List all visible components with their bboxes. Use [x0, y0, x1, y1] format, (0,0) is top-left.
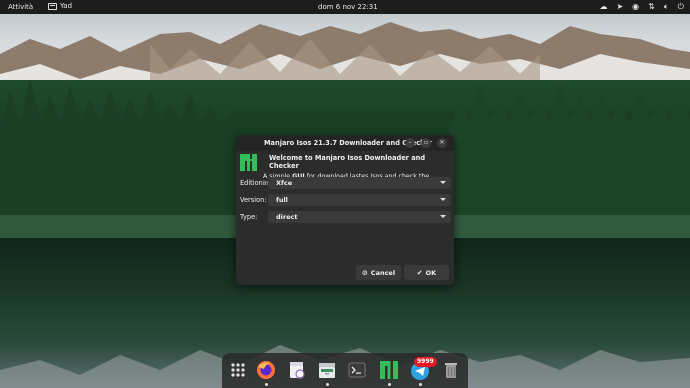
running-indicator	[326, 383, 329, 386]
chevron-down-icon	[440, 215, 446, 218]
yad-app-icon	[48, 2, 57, 10]
activities-button[interactable]: Attività	[8, 3, 33, 11]
type-label: Type:	[240, 213, 258, 221]
manjaro-logo-icon	[240, 154, 257, 171]
edition-select[interactable]: Xfce	[268, 177, 451, 189]
version-row: Version: full	[240, 194, 451, 206]
running-indicator	[265, 383, 268, 386]
power-icon[interactable]: ⏻	[678, 2, 684, 11]
clock[interactable]: dom 6 nov 22:31	[318, 3, 378, 11]
files-icon[interactable]	[316, 359, 338, 381]
ok-button[interactable]: ✔ OK	[404, 265, 449, 280]
edition-value: Xfce	[276, 179, 293, 187]
running-indicator	[419, 383, 422, 386]
system-tray[interactable]: ☁ ➤ ◉ ⇅ 🔈︎ ⏻	[599, 2, 684, 11]
dialog-heading: Welcome to Manjaro Isos Downloader and C…	[269, 154, 426, 170]
app-menu[interactable]: Yad	[48, 2, 72, 10]
chevron-down-icon	[440, 198, 446, 201]
chevron-down-icon	[440, 181, 446, 184]
ok-label: OK	[425, 268, 437, 277]
edition-row: Edition: Xfce	[240, 177, 451, 189]
firefox-icon[interactable]	[255, 359, 277, 381]
close-button[interactable]: ✕	[437, 138, 447, 148]
downloader-dialog: Manjaro Isos 21.3.7 Downloader and Check…	[236, 135, 454, 285]
terminal-icon[interactable]	[346, 359, 368, 381]
app-grid-icon[interactable]	[227, 359, 249, 381]
manjaro-icon[interactable]	[378, 359, 400, 381]
minimize-button[interactable]: –	[405, 138, 415, 148]
accessibility-icon[interactable]: ◉	[632, 2, 639, 11]
cancel-button[interactable]: ⊘ Cancel	[356, 265, 401, 280]
telegram-icon[interactable]: ➤	[616, 2, 623, 11]
type-row: Type: direct	[240, 211, 451, 223]
cancel-label: Cancel	[370, 268, 396, 277]
volume-icon[interactable]: 🔈︎	[664, 2, 669, 11]
version-value: full	[276, 196, 288, 204]
network-icon[interactable]: ⇅	[648, 2, 655, 11]
trash-icon[interactable]	[440, 359, 462, 381]
type-value: direct	[276, 213, 298, 221]
type-select[interactable]: direct	[268, 211, 451, 223]
maximize-button[interactable]: ▫	[421, 138, 431, 148]
app-menu-label: Yad	[60, 2, 73, 10]
top-panel: Attività Yad dom 6 nov 22:31 ☁ ➤ ◉ ⇅ 🔈︎ …	[0, 0, 690, 14]
edition-label: Edition:	[240, 179, 266, 187]
version-select[interactable]: full	[268, 194, 451, 206]
weather-icon[interactable]: ☁	[599, 2, 607, 11]
check-icon: ✔	[416, 268, 423, 277]
running-indicator	[388, 383, 391, 386]
cancel-icon: ⊘	[361, 268, 368, 277]
version-label: Version:	[240, 196, 267, 204]
telegram-unread-badge: 9999	[414, 357, 437, 367]
dialog-titlebar[interactable]: Manjaro Isos 21.3.7 Downloader and Check…	[236, 135, 454, 151]
image-viewer-icon[interactable]	[286, 359, 308, 381]
